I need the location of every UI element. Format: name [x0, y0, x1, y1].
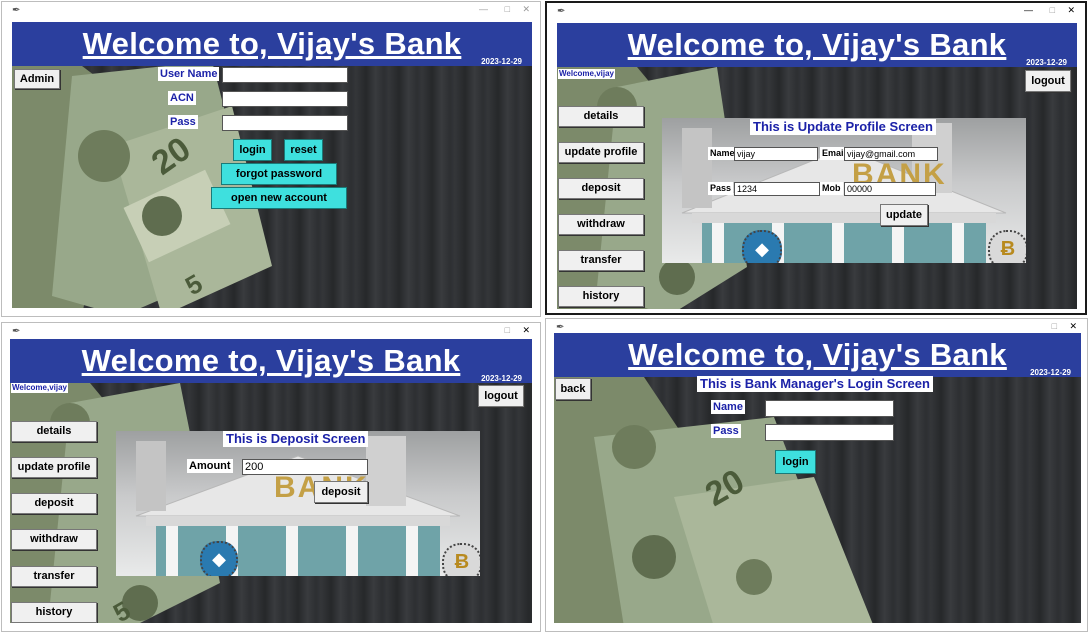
- sidebar-item-transfer[interactable]: transfer: [558, 250, 644, 271]
- deposit-client: 5 Welcome to, Vijay's Bank 2023-12-29 We…: [10, 339, 532, 623]
- app-title: Welcome to, Vijay's Bank: [81, 343, 461, 378]
- update-profile-panel: BANK ◆ Ƀ This is Update Profile Screen N…: [662, 118, 1026, 263]
- open-new-account-button[interactable]: open new account: [211, 187, 347, 209]
- manager-client: 20 Welcome to, Vijay's Bank 2023-12-29 b…: [554, 333, 1081, 623]
- login-client: 20 5 Welcome to, Vijay's Bank 2023-12-29…: [12, 22, 532, 308]
- app-header: Welcome to, Vijay's Bank 2023-12-29: [12, 22, 532, 66]
- acn-label: ACN: [168, 91, 196, 105]
- sidebar-item-deposit[interactable]: deposit: [558, 178, 644, 199]
- app-title: Welcome to, Vijay's Bank: [82, 26, 462, 61]
- pass-label: Pass: [708, 182, 734, 195]
- title-bar: ✒ — □ ✕: [2, 2, 540, 20]
- app-title: Welcome to, Vijay's Bank: [627, 27, 1007, 62]
- mob-label: Mob: [820, 182, 843, 195]
- pass-input[interactable]: [222, 115, 348, 131]
- tk-feather-icon: ✒: [557, 6, 566, 17]
- sidebar-item-withdraw[interactable]: withdraw: [11, 529, 97, 550]
- pass-label: Pass: [168, 115, 198, 129]
- name-input[interactable]: vijay: [734, 147, 818, 161]
- sidebar-item-details[interactable]: details: [558, 106, 644, 127]
- email-input[interactable]: vijay@gmail.com: [844, 147, 938, 161]
- deposit-button[interactable]: deposit: [314, 481, 368, 503]
- close-icon[interactable]: ✕: [1069, 321, 1077, 332]
- user-name-label: User Name: [158, 67, 220, 81]
- reset-button[interactable]: reset: [284, 139, 323, 161]
- sidebar-item-withdraw[interactable]: withdraw: [558, 214, 644, 235]
- tk-feather-icon: ✒: [556, 322, 565, 333]
- login-button[interactable]: login: [233, 139, 272, 161]
- logout-button[interactable]: logout: [1025, 70, 1071, 92]
- date-label: 2023-12-29: [481, 57, 522, 66]
- screen-title: This is Update Profile Screen: [750, 119, 936, 135]
- manager-login-window: ✒ □ ✕ 20 Welcome to, Vijay's Bank 2023-1…: [545, 318, 1088, 632]
- sidebar-item-history[interactable]: history: [558, 286, 644, 307]
- amount-input[interactable]: 200: [242, 459, 368, 475]
- pass-input[interactable]: [765, 424, 894, 441]
- pass-input[interactable]: 1234: [734, 182, 820, 196]
- name-label: Name: [711, 400, 745, 414]
- update-client: Welcome to, Vijay's Bank 2023-12-29 Welc…: [557, 23, 1077, 309]
- logout-button[interactable]: logout: [478, 385, 524, 407]
- name-label: Name: [708, 147, 737, 160]
- sidebar-item-deposit[interactable]: deposit: [11, 493, 97, 514]
- date-label: 2023-12-29: [481, 374, 522, 383]
- ethereum-icon: ◆: [742, 230, 782, 263]
- user-name-input[interactable]: [222, 67, 348, 83]
- pass-label: Pass: [711, 424, 741, 438]
- bitcoin-icon: Ƀ: [988, 230, 1026, 263]
- close-icon[interactable]: ✕: [1067, 5, 1075, 16]
- date-label: 2023-12-29: [1030, 368, 1071, 377]
- app-title: Welcome to, Vijay's Bank: [628, 337, 1007, 372]
- screen-title: This is Bank Manager's Login Screen: [697, 376, 933, 392]
- name-input[interactable]: [765, 400, 894, 417]
- sidebar-item-transfer[interactable]: transfer: [11, 566, 97, 587]
- welcome-label: Welcome,vijay: [11, 383, 68, 393]
- sidebar-item-history[interactable]: history: [11, 602, 97, 623]
- sidebar-item-details[interactable]: details: [11, 421, 97, 442]
- update-button[interactable]: update: [880, 204, 928, 226]
- admin-button[interactable]: Admin: [14, 69, 60, 89]
- mob-input[interactable]: 00000: [844, 182, 936, 196]
- tk-feather-icon: ✒: [12, 326, 21, 337]
- close-icon[interactable]: ✕: [522, 4, 530, 15]
- app-header: Welcome to, Vijay's Bank 2023-12-29: [10, 339, 532, 383]
- back-button[interactable]: back: [555, 378, 591, 400]
- sidebar-item-update-profile[interactable]: update profile: [11, 457, 97, 478]
- app-header: Welcome to, Vijay's Bank 2023-12-29: [557, 23, 1077, 67]
- maximize-icon[interactable]: □: [1052, 321, 1057, 331]
- ethereum-icon: ◆: [200, 541, 238, 576]
- welcome-label: Welcome,vijay: [558, 69, 615, 79]
- app-header: Welcome to, Vijay's Bank 2023-12-29: [554, 333, 1081, 377]
- date-label: 2023-12-29: [1026, 58, 1067, 67]
- amount-label: Amount: [187, 459, 233, 473]
- title-bar: ✒ — □ ✕: [547, 3, 1085, 21]
- screen-title: This is Deposit Screen: [223, 431, 369, 447]
- maximize-icon[interactable]: □: [1050, 5, 1055, 15]
- minimize-icon[interactable]: —: [479, 4, 488, 14]
- login-window: ✒ — □ ✕ 20 5 Welcome to, Vijay's Bank 20…: [1, 1, 541, 317]
- forgot-password-button[interactable]: forgot password: [221, 163, 337, 185]
- deposit-window: ✒ □ ✕ 5 Welcome to, Vijay's Bank 2023-12…: [1, 322, 541, 632]
- update-profile-window: ✒ — □ ✕ Welcome to, Vijay's Bank 2023-12…: [545, 1, 1087, 315]
- bitcoin-icon: Ƀ: [442, 543, 480, 576]
- minimize-icon[interactable]: —: [1024, 5, 1033, 15]
- maximize-icon[interactable]: □: [505, 4, 510, 14]
- acn-input[interactable]: [222, 91, 348, 107]
- maximize-icon[interactable]: □: [505, 325, 510, 335]
- deposit-panel: BANK ◆ Ƀ This is Deposit Screen Amount 2…: [116, 431, 480, 576]
- sidebar-item-update-profile[interactable]: update profile: [558, 142, 644, 163]
- tk-feather-icon: ✒: [12, 5, 21, 16]
- login-button[interactable]: login: [775, 450, 816, 474]
- close-icon[interactable]: ✕: [522, 325, 530, 336]
